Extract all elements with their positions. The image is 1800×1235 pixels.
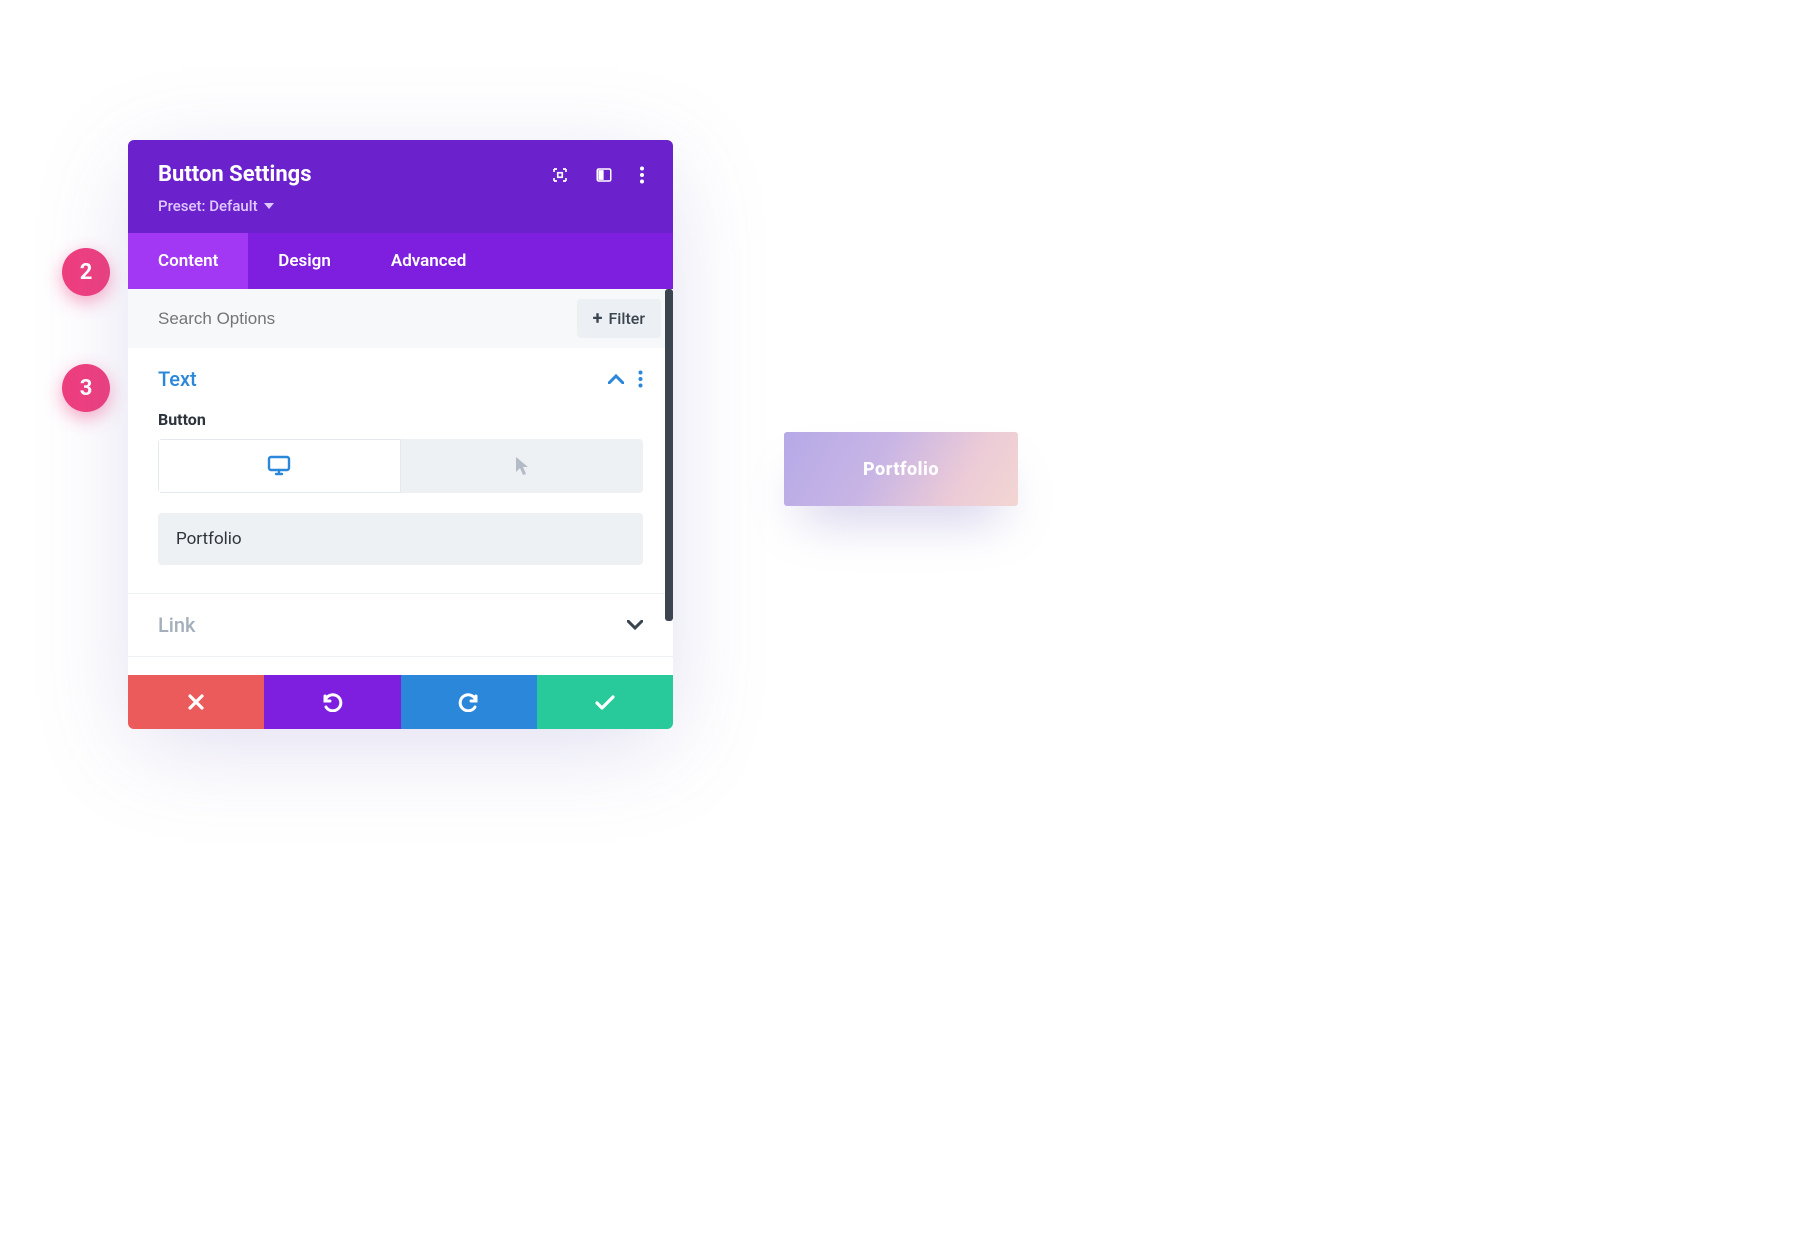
search-row: + Filter (128, 289, 673, 348)
callout-badge-3: 3 (62, 364, 110, 412)
section-link-header[interactable]: Link (158, 594, 643, 656)
plus-icon: + (593, 310, 603, 328)
undo-button[interactable] (264, 675, 400, 729)
section-text-header[interactable]: Text (158, 348, 643, 410)
button-text-input[interactable]: Portfolio (158, 513, 643, 565)
expand-icon[interactable] (551, 166, 569, 184)
check-icon (595, 695, 615, 710)
preset-selector[interactable]: Preset: Default (158, 197, 274, 215)
tab-design[interactable]: Design (248, 233, 361, 289)
cancel-button[interactable] (128, 675, 264, 729)
section-link: Link (128, 594, 673, 657)
close-icon (188, 694, 204, 710)
panel-header: Button Settings (128, 140, 673, 233)
chevron-down-icon (627, 620, 643, 630)
callout-badge-2: 2 (62, 248, 110, 296)
panel-scrollbar[interactable] (665, 289, 673, 621)
columns-icon[interactable] (595, 166, 613, 184)
section-link-title: Link (158, 613, 195, 637)
button-field-label: Button (158, 410, 643, 429)
section-text-title: Text (158, 367, 197, 391)
search-input[interactable] (158, 309, 577, 329)
tabs-bar: Content Design Advanced (128, 233, 673, 289)
filter-label: Filter (608, 309, 645, 328)
preview-button-label: Portfolio (863, 459, 939, 480)
tab-advanced[interactable]: Advanced (361, 233, 497, 289)
preview-button[interactable]: Portfolio (784, 432, 1018, 506)
state-toggle (158, 439, 643, 493)
confirm-button[interactable] (537, 675, 673, 729)
desktop-icon (267, 455, 291, 477)
cursor-icon (514, 455, 530, 477)
preset-label: Preset: Default (158, 197, 258, 215)
undo-icon (321, 692, 343, 712)
footer-actions (128, 675, 673, 729)
redo-button[interactable] (401, 675, 537, 729)
redo-icon (458, 692, 480, 712)
section-more-icon[interactable] (638, 370, 643, 388)
tab-content[interactable]: Content (128, 233, 248, 289)
settings-panel: Button Settings (128, 140, 673, 729)
filter-button[interactable]: + Filter (577, 299, 661, 338)
section-text: Text Button (128, 348, 673, 594)
caret-down-icon (264, 203, 274, 210)
hover-state-button[interactable] (401, 439, 644, 493)
chevron-up-icon (608, 374, 624, 384)
more-icon[interactable] (639, 166, 645, 184)
desktop-state-button[interactable] (158, 439, 401, 493)
panel-title: Button Settings (158, 162, 312, 187)
